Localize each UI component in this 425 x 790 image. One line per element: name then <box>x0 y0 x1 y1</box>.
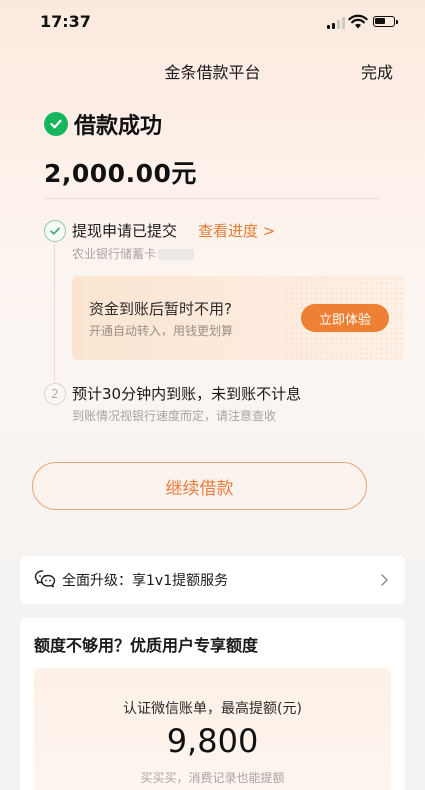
step-1-title: 提现申请已提交 <box>72 222 178 240</box>
quota-offer-amount: 9,800 <box>166 722 259 760</box>
quota-offer-label: 认证微信账单，最高提额(元) <box>123 701 302 717</box>
continue-borrowing-button[interactable]: 继续借款 <box>32 462 367 510</box>
chat-service-icon <box>34 569 56 589</box>
bank-card-label: 农业银行储蓄卡 <box>72 247 157 261</box>
chevron-right-icon <box>380 572 389 586</box>
quota-offer-note: 买买买，消费记录也能提额 <box>140 771 285 785</box>
auto-transfer-promo: 资金到账后暂时不用? 开通自动转入，用钱更划算 立即体验 <box>72 276 404 360</box>
promo-subtitle: 开通自动转入，用钱更划算 <box>89 324 234 338</box>
done-button[interactable]: 完成 <box>361 59 393 83</box>
promo-title: 资金到账后暂时不用? <box>89 300 232 318</box>
quota-offer[interactable]: 认证微信账单，最高提额(元) 9,800 买买买，消费记录也能提额 <box>34 668 391 790</box>
step-1-bank-card: 农业银行储蓄卡 <box>72 245 195 262</box>
quota-card: 额度不够用？优质用户专享额度 认证微信账单，最高提额(元) 9,800 买买买，… <box>20 618 405 790</box>
status-time: 17:37 <box>40 12 91 31</box>
status-bar: 17:37 <box>0 0 425 46</box>
wifi-icon <box>348 14 368 30</box>
upgrade-service-row[interactable]: 全面升级：享1v1提额服务 <box>20 556 405 604</box>
quota-card-title: 额度不够用？优质用户专享额度 <box>34 636 259 655</box>
battery-icon <box>373 16 398 27</box>
masked-card-number <box>158 249 195 260</box>
upgrade-text: 全面升级：享1v1提额服务 <box>62 573 229 589</box>
success-header: 借款成功 <box>44 108 162 140</box>
timeline-connector <box>54 244 55 382</box>
view-progress-link[interactable]: 查看进度 > <box>198 220 275 241</box>
try-now-button[interactable]: 立即体验 <box>301 304 389 332</box>
step-done-check-icon <box>44 220 66 242</box>
step-2-subtitle: 到账情况视银行速度而定，请注意查收 <box>72 409 277 423</box>
step-2-title: 预计30分钟内到账，未到账不计息 <box>72 385 302 403</box>
success-text: 借款成功 <box>74 114 163 139</box>
step-2-number-badge: 2 <box>44 383 66 405</box>
success-check-icon <box>44 112 68 136</box>
signal-icon <box>327 17 345 29</box>
loan-amount: 2,000.00元 <box>44 159 197 188</box>
divider <box>44 198 380 199</box>
